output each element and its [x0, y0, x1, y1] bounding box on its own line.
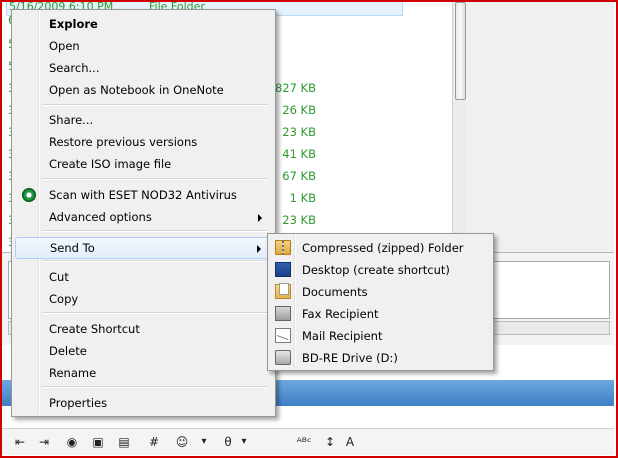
send-to-submenu: Compressed (zipped) Folder Desktop (creat…	[267, 233, 494, 371]
menu-item-label: Copy	[49, 292, 79, 306]
menu-item-copy[interactable]: Copy	[15, 289, 270, 311]
menu-separator	[42, 260, 268, 262]
desktop-icon	[275, 262, 291, 277]
file-size: 67 KB	[282, 169, 316, 183]
menu-separator	[42, 230, 268, 232]
menu-item-restore-previous-versions[interactable]: Restore previous versions	[15, 132, 270, 154]
spellcheck-icon[interactable]: ᴬᴮᶜ	[296, 434, 312, 450]
menu-item-label: Scan with ESET NOD32 Antivirus	[49, 188, 237, 202]
menu-item-properties[interactable]: Properties	[15, 393, 270, 415]
menu-item-share[interactable]: Share...	[15, 110, 270, 132]
file-size: 26 KB	[282, 103, 316, 117]
eset-antivirus-icon	[22, 188, 36, 202]
scroll-thumb[interactable]	[455, 2, 466, 100]
menu-item-label: Rename	[49, 366, 97, 380]
outdent-icon[interactable]: ⇤	[12, 434, 28, 450]
mail-icon	[275, 328, 291, 343]
submenu-arrow-icon	[258, 214, 262, 222]
menu-item-label: Properties	[49, 396, 108, 410]
send-to-item-mail-recipient[interactable]: Mail Recipient	[271, 325, 489, 347]
menu-item-send-to[interactable]: Send To	[15, 237, 270, 259]
preview-pane	[466, 2, 614, 252]
menu-item-label: Send To	[50, 241, 95, 255]
file-size: 23 KB	[282, 125, 316, 139]
menu-item-cut[interactable]: Cut	[15, 267, 270, 289]
globe-link-icon[interactable]: ◉	[64, 434, 80, 450]
menu-item-delete[interactable]: Delete	[15, 341, 270, 363]
menu-item-rename[interactable]: Rename	[15, 363, 270, 385]
vertical-scrollbar[interactable]	[452, 2, 467, 247]
menu-item-label: Open	[49, 39, 80, 53]
menu-item-explore[interactable]: Explore	[15, 14, 270, 36]
menu-item-label: Advanced options	[49, 210, 152, 224]
send-to-item-label: Desktop (create shortcut)	[302, 263, 450, 277]
send-to-item-label: Compressed (zipped) Folder	[302, 241, 464, 255]
send-to-item-compressed-zipped-folder[interactable]: Compressed (zipped) Folder	[271, 237, 489, 259]
send-to-item-label: Fax Recipient	[302, 307, 379, 321]
send-to-item-label: Mail Recipient	[302, 329, 383, 343]
send-to-item-bd-re-drive-d[interactable]: BD-RE Drive (D:)	[271, 347, 489, 369]
optical-drive-icon	[275, 350, 291, 365]
menu-separator	[42, 104, 268, 106]
updown-arrows-icon[interactable]: ↕	[322, 434, 338, 450]
fax-icon	[275, 306, 291, 321]
dropdown-arrow-icon[interactable]: ▾	[196, 434, 212, 450]
submenu-arrow-icon	[257, 245, 261, 253]
menu-item-scan-with-eset-nod32-antivirus[interactable]: Scan with ESET NOD32 Antivirus	[15, 185, 270, 207]
indent-icon[interactable]: ⇥	[36, 434, 52, 450]
menu-item-label: Cut	[49, 270, 69, 284]
image-icon[interactable]: ▣	[90, 434, 106, 450]
menu-separator	[42, 386, 268, 388]
file-size: 23 KB	[282, 213, 316, 227]
menu-item-label: Open as Notebook in OneNote	[49, 83, 224, 97]
menu-item-create-shortcut[interactable]: Create Shortcut	[15, 319, 270, 341]
menu-item-label: Delete	[49, 344, 87, 358]
menu-item-label: Create ISO image file	[49, 157, 172, 171]
file-size: 1 KB	[289, 191, 316, 205]
menu-item-label: Share...	[49, 113, 94, 127]
menu-item-open[interactable]: Open	[15, 36, 270, 58]
send-to-item-desktop-create-shortcut[interactable]: Desktop (create shortcut)	[271, 259, 489, 281]
font-format-icon[interactable]: A	[342, 434, 358, 450]
menu-item-create-iso-image-file[interactable]: Create ISO image file	[15, 154, 270, 176]
file-size: 41 KB	[282, 147, 316, 161]
menu-item-advanced-options[interactable]: Advanced options	[15, 207, 270, 229]
menu-item-open-as-notebook-in-onenote[interactable]: Open as Notebook in OneNote	[15, 80, 270, 102]
menu-item-label: Search...	[49, 61, 100, 75]
menu-item-label: Restore previous versions	[49, 135, 198, 149]
send-to-item-label: Documents	[302, 285, 368, 299]
context-menu: Explore Open Search... Open as Notebook in …	[11, 9, 276, 417]
menu-item-search[interactable]: Search...	[15, 58, 270, 80]
send-to-item-fax-recipient[interactable]: Fax Recipient	[271, 303, 489, 325]
send-to-item-documents[interactable]: Documents	[271, 281, 489, 303]
file-size: 827 KB	[274, 81, 316, 95]
menu-separator	[42, 178, 268, 180]
hash-icon[interactable]: #	[146, 434, 162, 450]
menu-item-label: Create Shortcut	[49, 322, 140, 336]
formatting-toolbar: ⇤ ⇥ ◉ ▣ ▤ # ☺ ▾ θ ▾ ᴬᴮᶜ ↕ A	[0, 428, 614, 455]
menu-item-label: Explore	[49, 17, 98, 31]
zip-folder-icon	[275, 240, 291, 255]
send-to-item-label: BD-RE Drive (D:)	[302, 351, 398, 365]
menu-separator	[42, 312, 268, 314]
note-icon[interactable]: ▤	[116, 434, 132, 450]
attachment-icon[interactable]: θ	[220, 434, 236, 450]
smiley-icon[interactable]: ☺	[174, 434, 190, 450]
documents-folder-icon	[275, 283, 291, 299]
dropdown-arrow-icon[interactable]: ▾	[236, 434, 252, 450]
